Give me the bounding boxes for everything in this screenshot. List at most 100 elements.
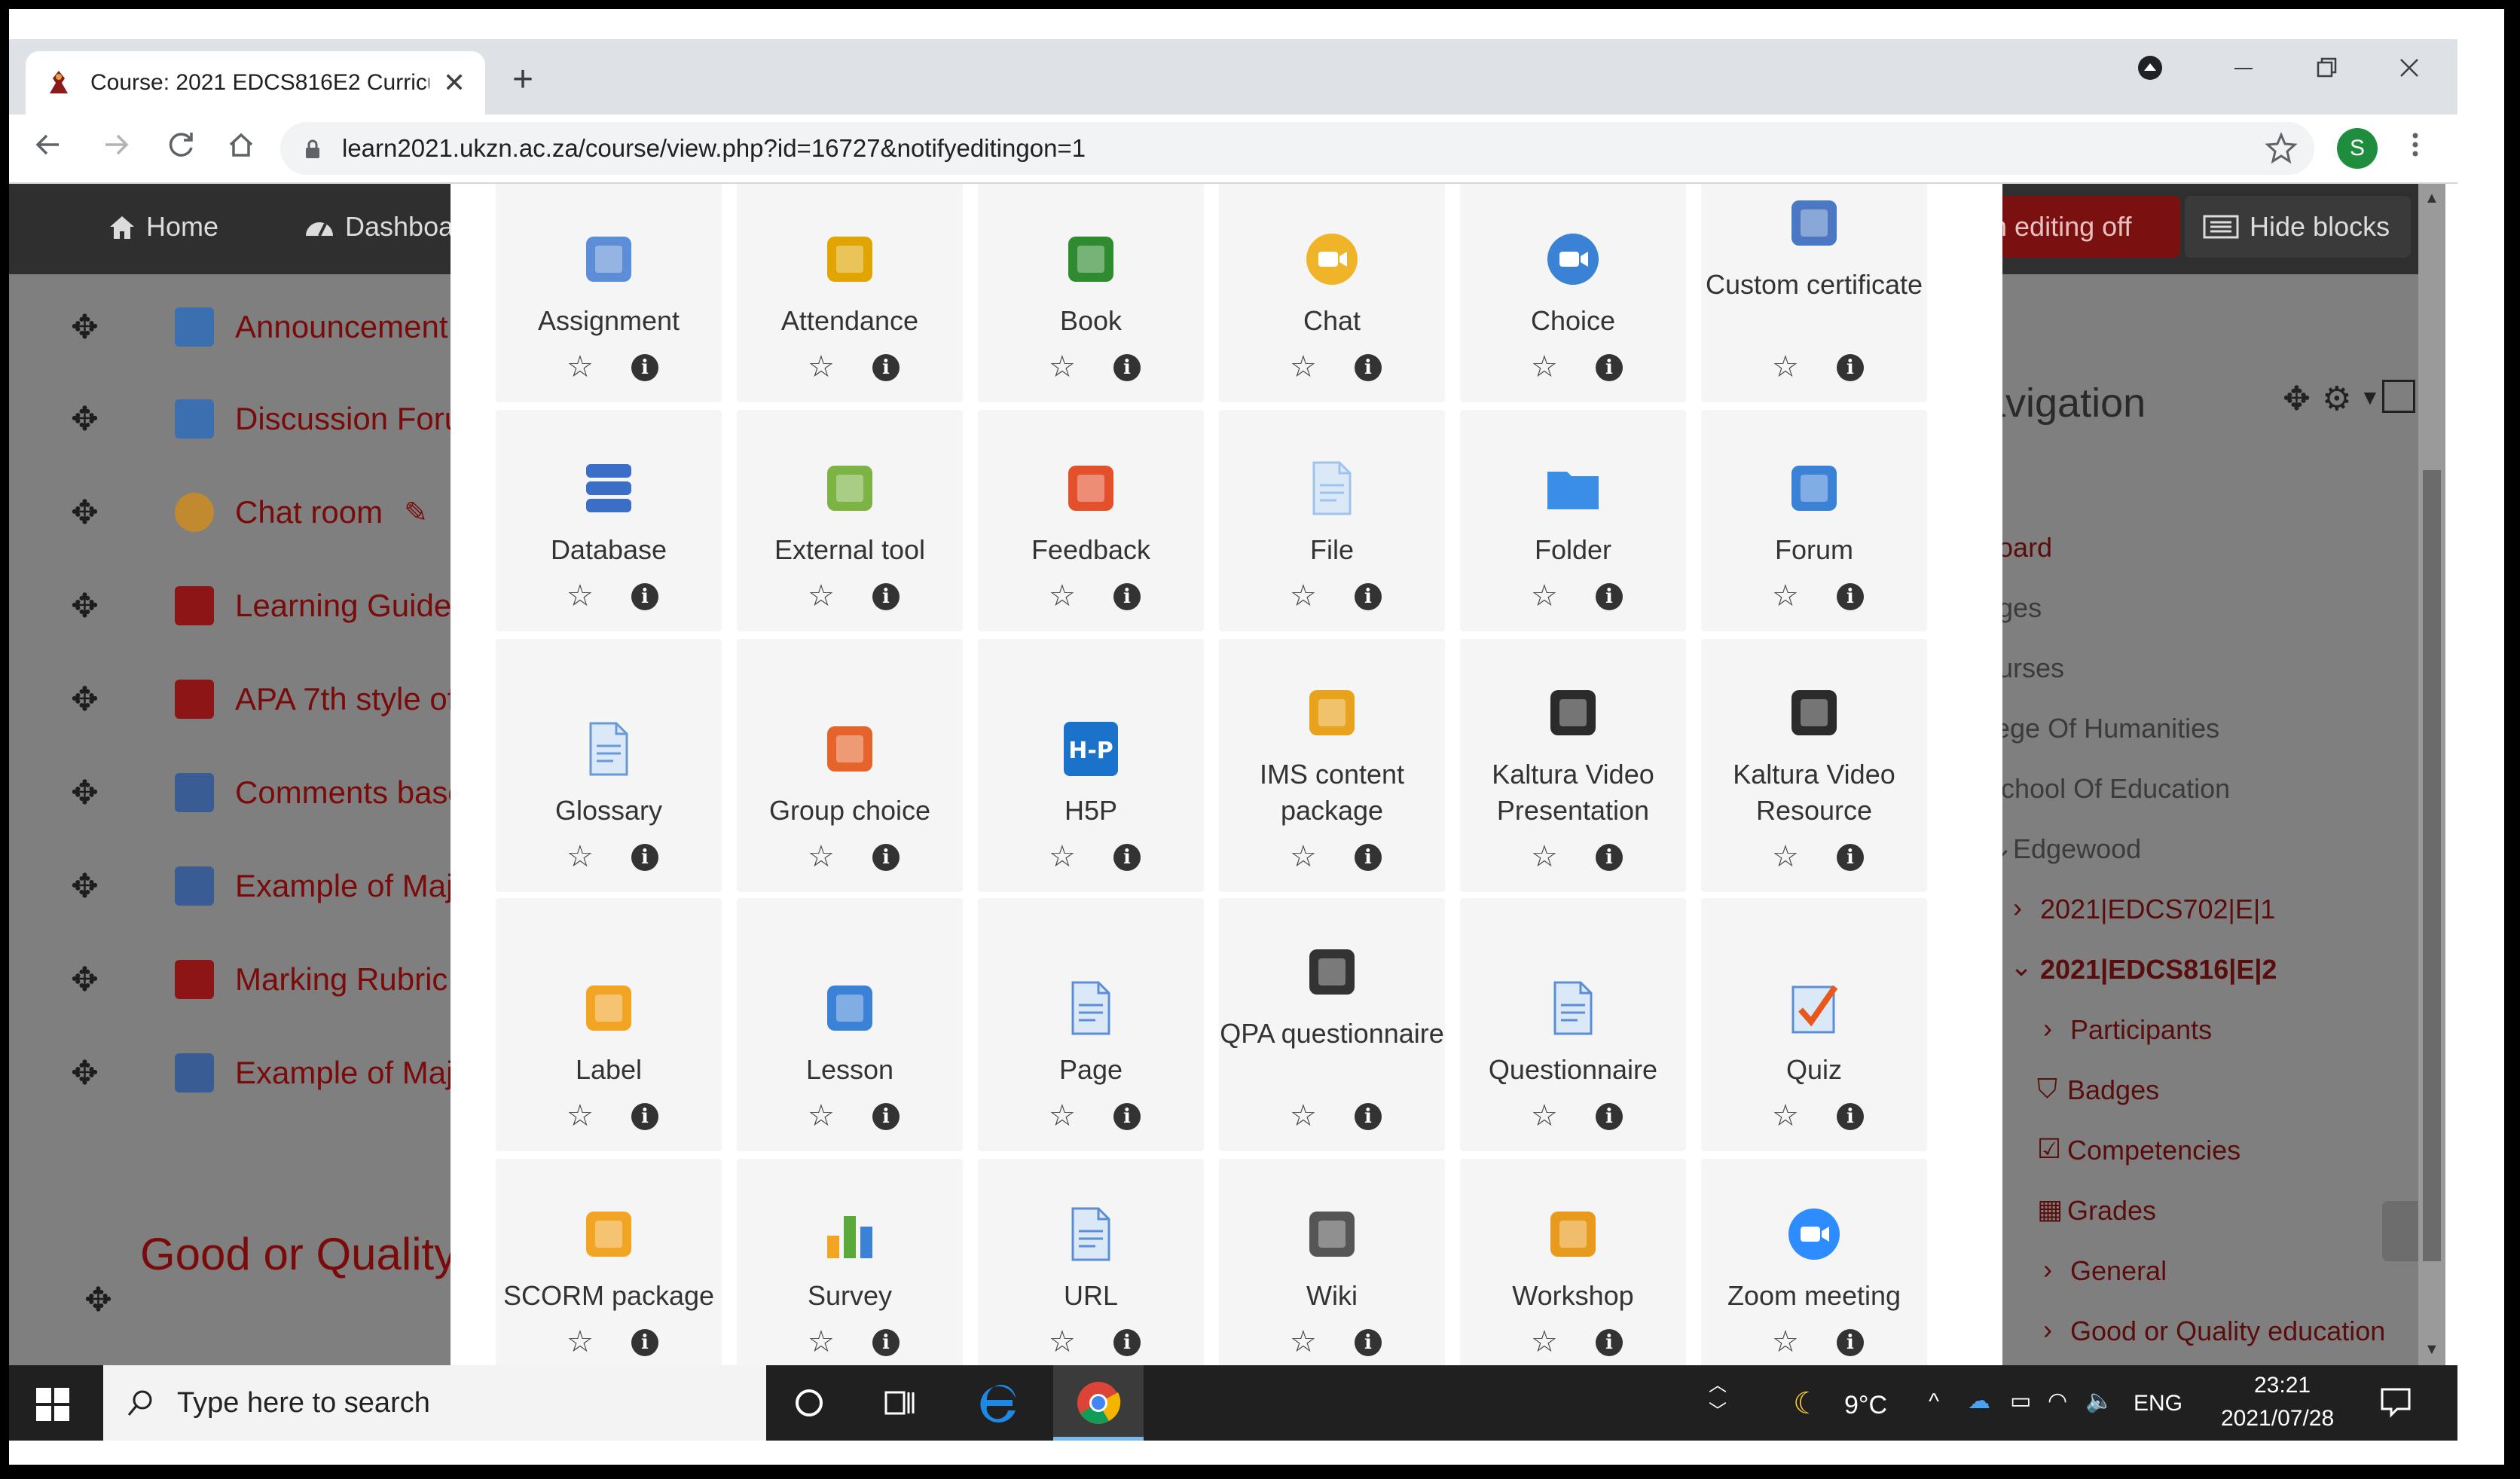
edit-pencil-icon[interactable]: ✎ (404, 496, 428, 530)
language-indicator[interactable]: ENG (2134, 1391, 2182, 1416)
scroll-down-icon[interactable]: ▼ (2424, 1341, 2439, 1358)
star-icon[interactable]: ☆ (1531, 579, 1558, 613)
move-icon[interactable]: ✥ (71, 1054, 99, 1092)
activity-tile-feedback[interactable]: Feedback ☆ i (978, 410, 1204, 631)
course-item[interactable]: ✥ Marking Rubric (71, 949, 447, 1010)
info-icon[interactable]: i (1113, 354, 1141, 381)
internet-explorer-icon[interactable] (973, 1379, 1022, 1431)
activity-tile-zoom-meeting[interactable]: Zoom meeting ☆ i (1701, 1159, 1927, 1365)
course-item[interactable]: ✥ Comments base (71, 762, 466, 823)
info-icon[interactable]: i (1113, 583, 1141, 610)
move-icon[interactable]: ✥ (71, 774, 99, 812)
caret-down-icon[interactable]: ▼ (2360, 386, 2381, 410)
nav-item[interactable]: School Of Education (1983, 773, 2230, 805)
star-icon[interactable]: ☆ (1772, 1099, 1799, 1133)
move-icon[interactable]: ✥ (71, 494, 99, 532)
taskbar-scroll-icon[interactable]: ︿ ﹀ (1709, 1370, 1739, 1436)
page-scrollbar[interactable]: ▲ ▼ (2418, 184, 2445, 1365)
taskbar-search-box[interactable]: Type here to search (103, 1365, 766, 1441)
star-icon[interactable]: ☆ (567, 579, 594, 613)
wifi-icon[interactable]: ◠ (2048, 1388, 2067, 1414)
activity-tile-lesson[interactable]: Lesson ☆ i (737, 898, 963, 1151)
course-item[interactable]: ✥ APA 7th style of (71, 669, 456, 729)
nav-item[interactable]: 2021|EDCS702|E|1 (2040, 894, 2275, 925)
nav-chevron-icon[interactable]: › (2013, 892, 2022, 924)
star-icon[interactable]: ☆ (567, 1325, 594, 1359)
course-item[interactable]: ✥ Example of Maj (71, 856, 453, 916)
activity-tile-custom-certificate[interactable]: Custom certificate ☆ i (1701, 184, 1927, 402)
activity-tile-kaltura-video-resource[interactable]: Kaltura Video Resource ☆ i (1701, 639, 1927, 892)
nav-item[interactable]: Grades (2067, 1195, 2156, 1227)
star-icon[interactable]: ☆ (1290, 1325, 1317, 1359)
collapse-block-icon[interactable] (2382, 380, 2415, 413)
info-icon[interactable]: i (631, 844, 658, 871)
activity-tile-glossary[interactable]: Glossary ☆ i (496, 639, 722, 892)
info-icon[interactable]: i (1596, 844, 1623, 871)
tray-expand-icon[interactable]: ^ (1929, 1389, 1939, 1415)
star-icon[interactable]: ☆ (1049, 1099, 1076, 1133)
activity-tile-label[interactable]: Label ☆ i (496, 898, 722, 1151)
info-icon[interactable]: i (1596, 354, 1623, 381)
activity-tile-database[interactable]: Database ☆ i (496, 410, 722, 631)
star-icon[interactable]: ☆ (808, 579, 835, 613)
activity-tile-url[interactable]: URL ☆ i (978, 1159, 1204, 1365)
star-icon[interactable]: ☆ (1049, 579, 1076, 613)
info-icon[interactable]: i (1837, 1329, 1864, 1356)
activity-tile-external-tool[interactable]: External tool ☆ i (737, 410, 963, 631)
minimize-icon[interactable] (2228, 53, 2259, 90)
star-icon[interactable]: ☆ (1531, 350, 1558, 384)
move-icon[interactable]: ✥ (84, 1281, 112, 1319)
info-icon[interactable]: i (1355, 354, 1382, 381)
nav-item[interactable]: Edgewood (2013, 833, 2141, 865)
star-icon[interactable]: ☆ (567, 839, 594, 874)
notifications-icon[interactable] (2379, 1385, 2412, 1422)
onedrive-icon[interactable]: ☁ (1968, 1388, 1990, 1414)
course-item[interactable]: ✥ Example of Maj (71, 1043, 453, 1103)
info-icon[interactable]: i (872, 354, 900, 381)
windows-start-icon[interactable] (36, 1388, 69, 1425)
info-icon[interactable]: i (872, 1329, 900, 1356)
info-icon[interactable]: i (1837, 583, 1864, 610)
star-icon[interactable]: ☆ (567, 350, 594, 384)
activity-tile-choice[interactable]: Choice ☆ i (1460, 184, 1686, 402)
star-icon[interactable]: ☆ (1531, 1099, 1558, 1133)
activity-tile-h5p[interactable]: H-P H5P ☆ i (978, 639, 1204, 892)
course-item[interactable]: ✥ Chat room ✎ (71, 482, 428, 542)
nav-item[interactable]: Badges (2067, 1074, 2159, 1106)
move-icon[interactable]: ✥ (71, 961, 99, 999)
star-icon[interactable]: ☆ (808, 839, 835, 874)
clock-date[interactable]: 2021/07/28 (2221, 1406, 2334, 1432)
back-icon[interactable] (32, 128, 65, 170)
star-icon[interactable]: ☆ (1290, 839, 1317, 874)
star-icon[interactable]: ☆ (1290, 1099, 1317, 1133)
star-icon[interactable]: ☆ (808, 1099, 835, 1133)
star-icon[interactable]: ☆ (1772, 579, 1799, 613)
info-icon[interactable]: i (1113, 1103, 1141, 1130)
nav-dashboard[interactable]: Dashboa (303, 211, 454, 243)
nav-chevron-icon[interactable]: ⌄ (2010, 951, 2033, 982)
activity-tile-forum[interactable]: Forum ☆ i (1701, 410, 1927, 631)
scrollbar-thumb[interactable] (2423, 470, 2441, 1261)
info-icon[interactable]: i (872, 844, 900, 871)
volume-icon[interactable]: 🔈 (2085, 1388, 2113, 1414)
activity-tile-book[interactable]: Book ☆ i (978, 184, 1204, 402)
nav-item-current-course[interactable]: 2021|EDCS816|E|2 (2040, 954, 2277, 985)
info-icon[interactable]: i (872, 583, 900, 610)
star-icon[interactable]: ☆ (1772, 350, 1799, 384)
activity-tile-group-choice[interactable]: Group choice ☆ i (737, 639, 963, 892)
info-icon[interactable]: i (1113, 844, 1141, 871)
info-icon[interactable]: i (1837, 354, 1864, 381)
info-icon[interactable]: i (1355, 583, 1382, 610)
course-item[interactable]: ✥ Discussion Foru (71, 389, 462, 449)
activity-tile-page[interactable]: Page ☆ i (978, 898, 1204, 1151)
info-icon[interactable]: i (631, 1329, 658, 1356)
nav-item[interactable]: Competencies (2067, 1135, 2241, 1166)
activity-tile-survey[interactable]: Survey ☆ i (737, 1159, 963, 1365)
info-icon[interactable]: i (1837, 1103, 1864, 1130)
nav-item[interactable]: Good or Quality education (2070, 1316, 2385, 1347)
activity-tile-questionnaire[interactable]: Questionnaire ☆ i (1460, 898, 1686, 1151)
activity-tile-scorm-package[interactable]: SCORM package ☆ i (496, 1159, 722, 1365)
info-icon[interactable]: i (1596, 1103, 1623, 1130)
clock-time[interactable]: 23:21 (2254, 1373, 2311, 1398)
profile-avatar[interactable]: S (2337, 128, 2378, 169)
